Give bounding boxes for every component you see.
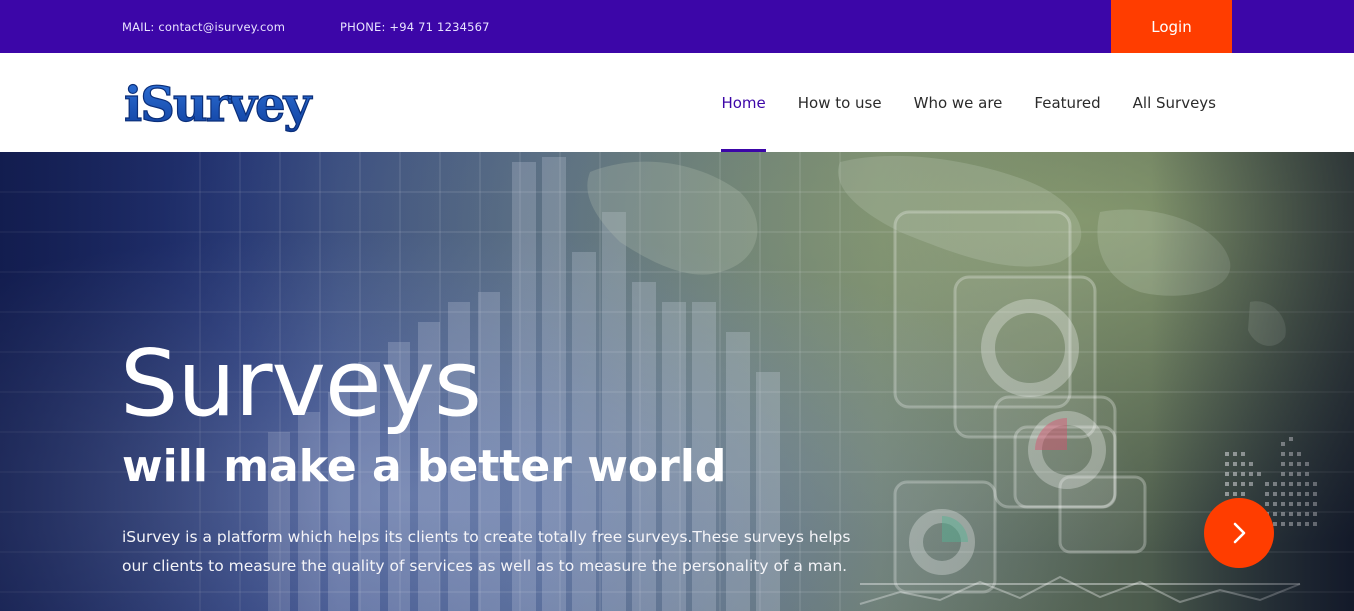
hero-banner: Surveys will make a better world iSurvey… bbox=[0, 152, 1354, 611]
logo-graphic: iSurvey bbox=[123, 76, 316, 133]
nav-item-all-surveys[interactable]: All Surveys bbox=[1133, 53, 1216, 152]
top-contact-bar: MAIL: contact@isurvey.com PHONE: +94 71 … bbox=[0, 0, 1354, 53]
next-slide-button[interactable] bbox=[1204, 498, 1274, 568]
nav-item-how-to-use[interactable]: How to use bbox=[798, 53, 882, 152]
hero-description: iSurvey is a platform which helps its cl… bbox=[122, 528, 851, 575]
contact-phone: PHONE: +94 71 1234567 bbox=[340, 20, 490, 34]
main-nav: Home How to use Who we are Featured All … bbox=[721, 53, 1216, 152]
hero-title: Surveys bbox=[120, 330, 482, 437]
main-navbar: iSurvey Home How to use Who we are Featu… bbox=[0, 53, 1354, 152]
isurvey-logo[interactable]: iSurvey bbox=[122, 75, 322, 133]
nav-item-featured[interactable]: Featured bbox=[1034, 53, 1100, 152]
nav-item-who-we-are[interactable]: Who we are bbox=[914, 53, 1003, 152]
contact-mail: MAIL: contact@isurvey.com bbox=[122, 20, 286, 34]
chevron-right-icon bbox=[1233, 522, 1246, 544]
nav-item-home[interactable]: Home bbox=[721, 53, 767, 152]
hero-subtitle: will make a better world bbox=[122, 441, 727, 492]
login-button[interactable]: Login bbox=[1111, 0, 1232, 53]
logo-text: iSurvey bbox=[124, 77, 314, 133]
